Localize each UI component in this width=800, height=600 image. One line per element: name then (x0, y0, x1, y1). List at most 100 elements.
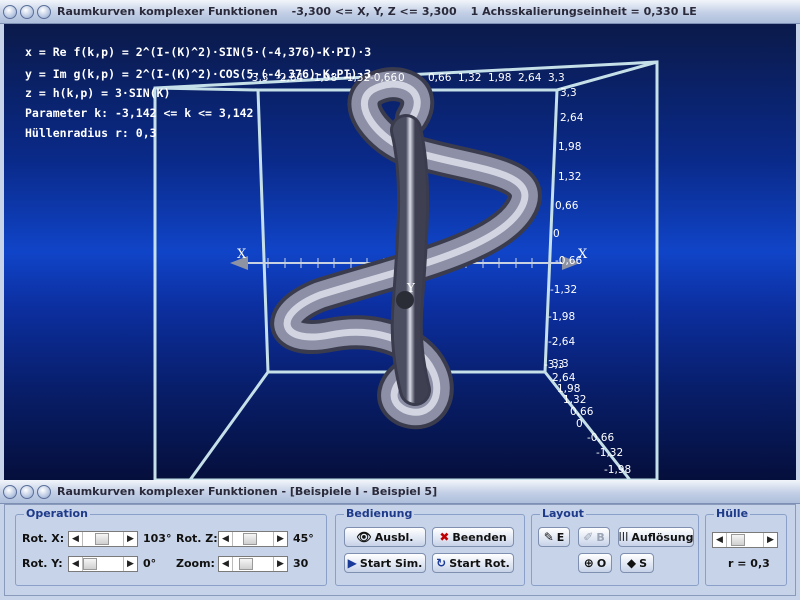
rot-y-value: 0° (143, 557, 157, 570)
pen-icon: ✎ (543, 530, 554, 544)
slider-right-arrow-icon[interactable]: ▶ (763, 533, 777, 547)
right-tick: 2,64 (560, 112, 584, 124)
slider-left-arrow-icon[interactable]: ◀ (219, 532, 233, 546)
rot-z-label: Rot. Z: (176, 532, 218, 545)
diag-tick: 3,3 (552, 358, 569, 370)
diag-tick: 1,32 (563, 394, 586, 406)
slider-thumb[interactable] (243, 533, 257, 545)
brush-icon: ✐ (583, 530, 594, 544)
slider-thumb[interactable] (95, 533, 109, 545)
3d-plot-canvas[interactable]: X X Y -3,3 -2,64 -1,98 -1,32 -0,66 0 0,6… (4, 24, 796, 480)
formula-x: x = Re f(k,p) = 2^(I-(K)^2)·SIN(5·(-4,37… (25, 45, 372, 59)
e-label: E (556, 530, 565, 544)
b-button[interactable]: ✐ B (578, 527, 610, 547)
e-button[interactable]: ✎ E (538, 527, 570, 547)
rotate-icon: ↻ (436, 556, 447, 570)
right-tick: 0 (553, 228, 560, 240)
right-tick: -0,66 (555, 255, 582, 267)
aufloesung-label: Auflösung (631, 530, 694, 544)
start-sim-label: Start Sim. (359, 556, 423, 570)
ausblenden-button[interactable]: 👁 Ausbl. (344, 527, 426, 547)
start-rotation-button[interactable]: ↻ Start Rot. (432, 553, 514, 573)
maximize-button[interactable] (37, 4, 51, 19)
right-tick: -2,64 (548, 336, 575, 348)
o-button[interactable]: ⊕ O (578, 553, 612, 573)
slider-right-arrow-icon[interactable]: ▶ (123, 532, 137, 546)
top-tick: 1,98 (488, 72, 511, 84)
minimize-button[interactable] (20, 4, 34, 19)
control-panel: Operation Rot. X: ◀ ▶ 103° Rot. Z: ◀ ▶ 4… (4, 504, 796, 596)
slider-right-arrow-icon[interactable]: ▶ (273, 532, 287, 546)
top-tick: 0 (398, 72, 405, 84)
layout-title: Layout (540, 507, 586, 520)
right-tick: -1,32 (550, 284, 577, 296)
zoom-value: 30 (293, 557, 309, 570)
control-window-title: Raumkurven komplexer Funktionen - [Beisp… (57, 485, 438, 498)
formula-y: y = Im g(k,p) = 2^(I-(K)^2)·COS(5·(-4,37… (25, 67, 372, 81)
crosshair-icon: ⊕ (583, 556, 594, 570)
x-axis-label-left: X (237, 247, 247, 262)
rot-x-value: 103° (143, 532, 172, 545)
parameter-range: Parameter k: -3,142 <= k <= 3,142 (25, 106, 254, 120)
bedienung-title: Bedienung (344, 507, 415, 520)
play-icon: ▶ (347, 556, 357, 570)
top-tick: 3,3 (548, 72, 565, 84)
top-tick: -0,66 (370, 72, 397, 84)
huelle-title: Hülle (714, 507, 751, 520)
slider-right-arrow-icon[interactable]: ▶ (123, 557, 137, 571)
space-curve-tube (270, 67, 542, 430)
rot-y-label: Rot. Y: (22, 557, 63, 570)
resolution-icon: ||| (618, 532, 629, 542)
layout-group: Layout ✎ E ✐ B ||| Auflösung ⊕ O ◆ S (531, 507, 699, 586)
huelle-group: Hülle ◀ ▶ r = 0,3 (705, 507, 787, 586)
o-label: O (596, 556, 607, 570)
eraser-icon: ◆ (626, 556, 637, 570)
diag-tick: -1,98 (604, 464, 631, 476)
rot-y-slider[interactable]: ◀ ▶ (68, 556, 138, 572)
slider-left-arrow-icon[interactable]: ◀ (219, 557, 233, 571)
operation-group: Operation Rot. X: ◀ ▶ 103° Rot. Z: ◀ ▶ 4… (15, 507, 327, 586)
eye-icon: 👁 (356, 530, 372, 544)
zoom-label: Zoom: (176, 557, 215, 570)
start-simulation-button[interactable]: ▶ Start Sim. (344, 553, 426, 573)
main-window-titlebar: Raumkurven komplexer Funktionen -3,300 <… (0, 0, 800, 24)
diag-tick: -0,66 (587, 432, 614, 444)
slider-thumb[interactable] (731, 534, 745, 546)
hull-radius-info: Hüllenradius r: 0,3 (25, 126, 157, 140)
s-label: S (639, 556, 648, 570)
slider-left-arrow-icon[interactable]: ◀ (69, 532, 83, 546)
aufloesung-button[interactable]: ||| Auflösung (618, 527, 694, 547)
right-tick: 0,66 (555, 200, 579, 212)
beenden-label: Beenden (452, 530, 507, 544)
slider-thumb[interactable] (83, 558, 97, 570)
bedienung-group: Bedienung 👁 Ausbl. ✖ Beenden ▶ Start Sim… (335, 507, 525, 586)
slider-right-arrow-icon[interactable]: ▶ (273, 557, 287, 571)
zoom-slider[interactable]: ◀ ▶ (218, 556, 288, 572)
hull-radius-slider[interactable]: ◀ ▶ (712, 532, 778, 548)
right-tick: 1,32 (558, 171, 581, 183)
rot-x-slider[interactable]: ◀ ▶ (68, 531, 138, 547)
minimize-button[interactable] (20, 484, 34, 499)
scale-info: 1 Achsskalierungseinheit = 0,330 LE (470, 5, 697, 18)
control-window-titlebar: Raumkurven komplexer Funktionen - [Beisp… (0, 480, 800, 504)
rot-x-label: Rot. X: (22, 532, 65, 545)
beenden-button[interactable]: ✖ Beenden (432, 527, 514, 547)
formula-z: z = h(k,p) = 3·SIN(K) (25, 86, 171, 100)
y-axis-label: Y (406, 281, 416, 295)
top-tick: 2,64 (518, 72, 542, 84)
top-tick: 0,66 (428, 72, 452, 84)
window-menu-button[interactable] (3, 4, 17, 19)
right-tick: -1,98 (548, 311, 575, 323)
maximize-button[interactable] (37, 484, 51, 499)
rot-z-value: 45° (293, 532, 314, 545)
operation-title: Operation (24, 507, 90, 520)
slider-left-arrow-icon[interactable]: ◀ (69, 557, 83, 571)
window-menu-button[interactable] (3, 484, 17, 499)
top-tick: 1,32 (458, 72, 481, 84)
hull-radius-value: r = 0,3 (728, 557, 770, 570)
slider-thumb[interactable] (239, 558, 253, 570)
rot-z-slider[interactable]: ◀ ▶ (218, 531, 288, 547)
s-button[interactable]: ◆ S (620, 553, 654, 573)
slider-left-arrow-icon[interactable]: ◀ (713, 533, 727, 547)
window-title: Raumkurven komplexer Funktionen (57, 5, 278, 18)
